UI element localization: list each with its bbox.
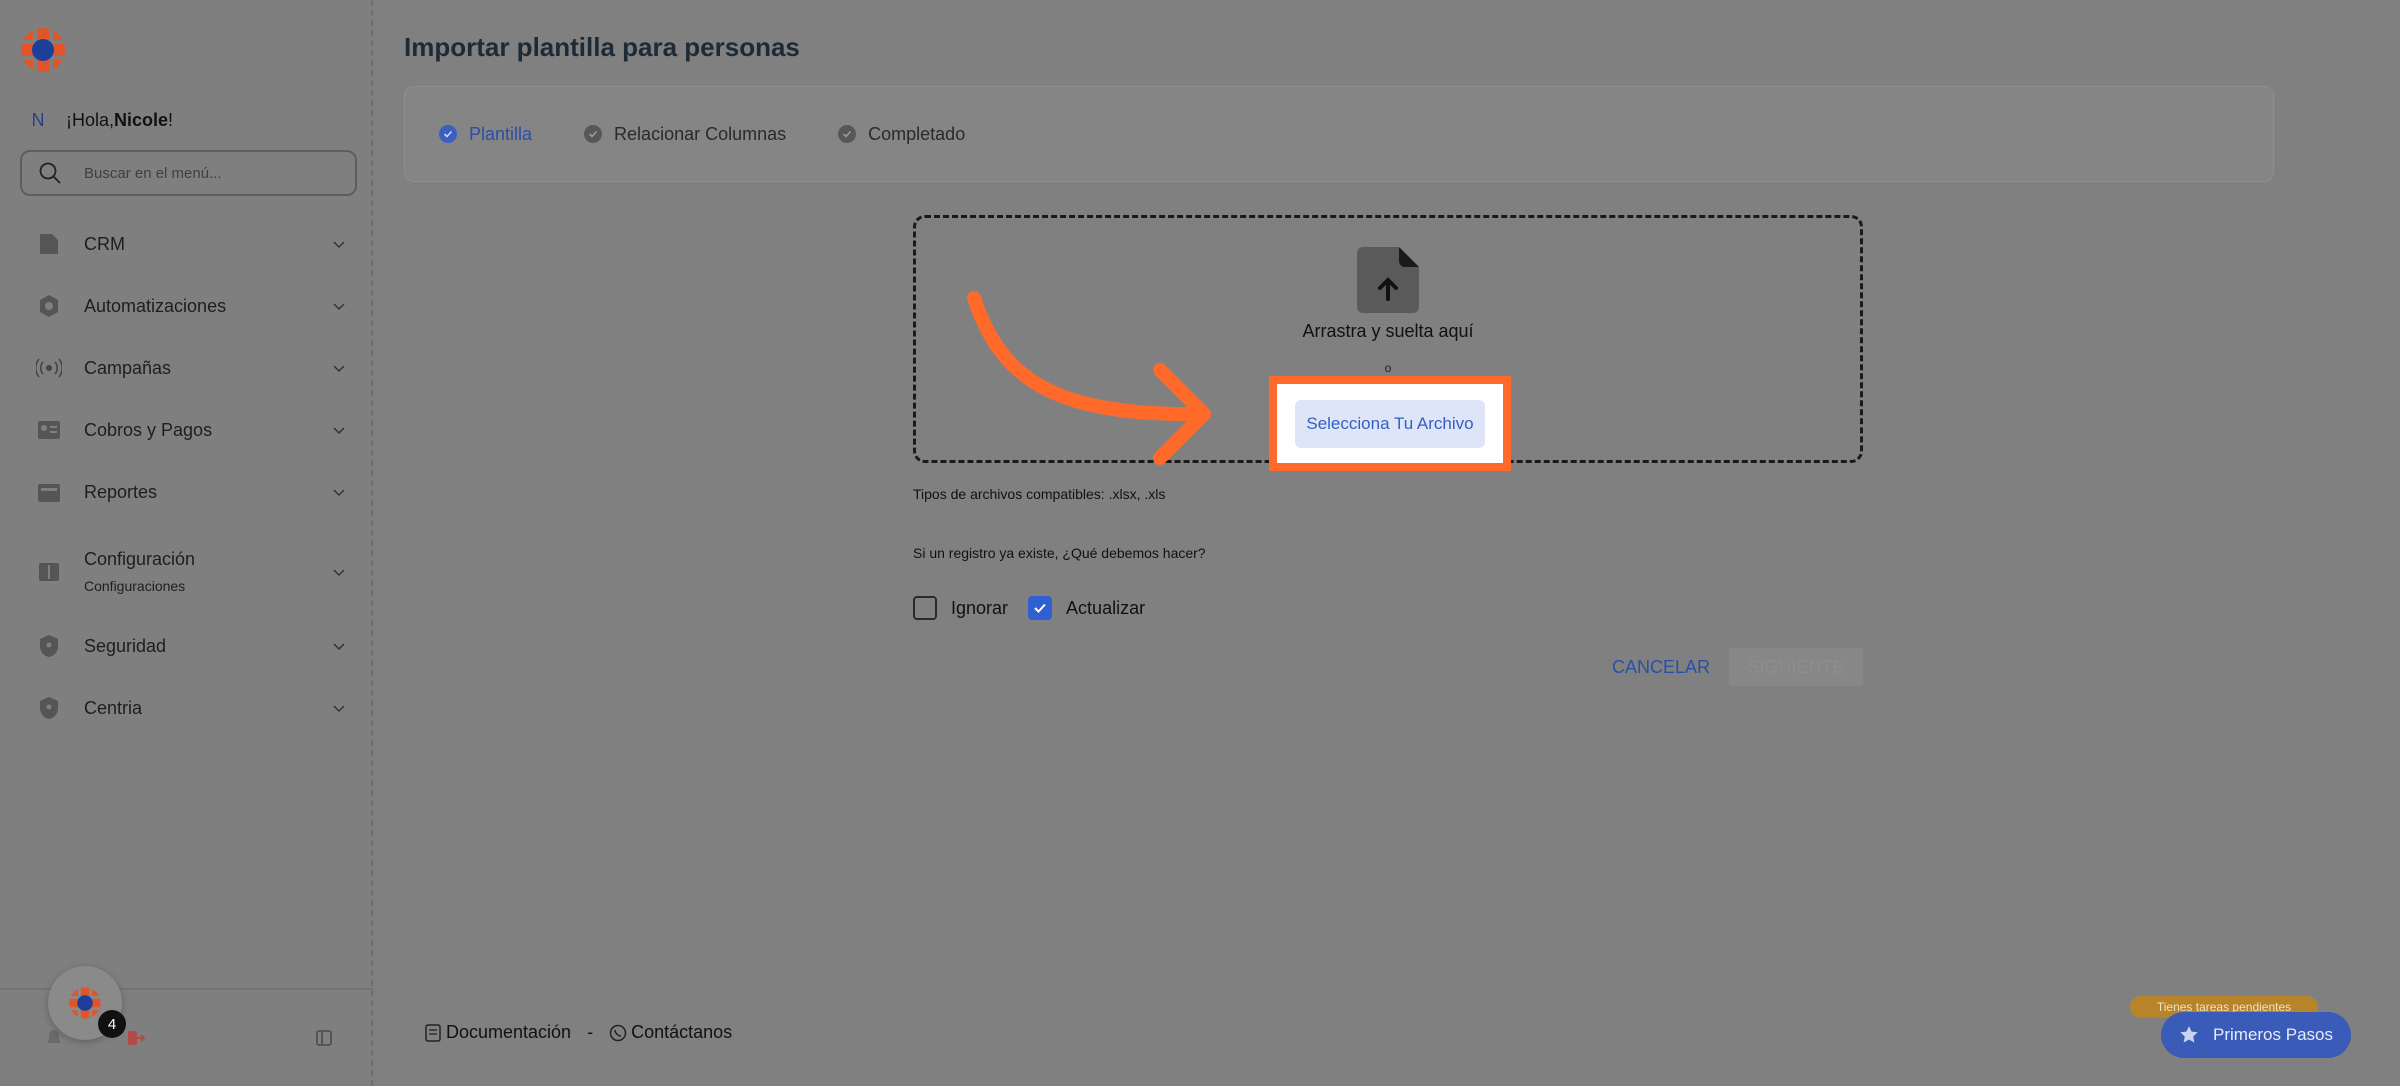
sidebar-item-label: CRM bbox=[84, 233, 125, 254]
chevron-down-icon bbox=[333, 643, 345, 651]
id-card-icon bbox=[36, 417, 62, 443]
select-file-highlight: Selecciona Tu Archivo bbox=[1269, 376, 1511, 471]
document-icon bbox=[425, 1023, 441, 1042]
logout-icon[interactable] bbox=[126, 1028, 146, 1048]
cancel-button[interactable]: CANCELAR bbox=[1612, 657, 1710, 678]
book-icon bbox=[36, 559, 62, 585]
sidebar-item-seguridad[interactable]: Seguridad bbox=[36, 633, 346, 659]
chevron-down-icon bbox=[333, 489, 345, 497]
chevron-down-icon bbox=[333, 365, 345, 373]
sidebar-item-label: Seguridad bbox=[84, 635, 167, 656]
step-label: Completado bbox=[868, 123, 966, 144]
greeting-prefix: ¡Hola, bbox=[66, 109, 115, 130]
ignorar-checkbox[interactable] bbox=[913, 596, 937, 620]
brand-logo-icon[interactable] bbox=[19, 26, 67, 74]
brand-logo-icon bbox=[68, 986, 102, 1020]
chevron-down-icon bbox=[333, 241, 345, 249]
search-icon bbox=[39, 162, 61, 184]
footer: Documentación - Contáctanos bbox=[424, 1022, 732, 1043]
menu-search bbox=[20, 150, 357, 196]
star-icon bbox=[2180, 1026, 2198, 1043]
check-circle-icon bbox=[439, 125, 457, 143]
option-label: Actualizar bbox=[1066, 597, 1146, 618]
sidebar-item-crm[interactable]: CRM bbox=[36, 231, 346, 257]
option-label: Ignorar bbox=[951, 597, 1009, 618]
existing-record-question: Si un registro ya existe, ¿Qué debemos h… bbox=[913, 545, 1206, 561]
check-circle-icon bbox=[838, 125, 857, 143]
step-label: Plantilla bbox=[469, 123, 533, 144]
sidebar-item-label: Configuración bbox=[84, 549, 196, 569]
step-plantilla[interactable]: Plantilla bbox=[439, 124, 532, 145]
documentation-link[interactable]: Documentación bbox=[446, 1022, 571, 1043]
chevron-down-icon bbox=[333, 303, 345, 311]
sidebar-item-sublabel: Configuraciones bbox=[84, 578, 186, 594]
stepper: Plantilla Relacionar Columnas Completado bbox=[404, 86, 2274, 182]
existing-record-options: Ignorar Actualizar bbox=[913, 596, 1165, 620]
broadcast-icon bbox=[36, 355, 62, 381]
user-name: Nicole bbox=[114, 109, 169, 130]
compatible-types-text: Tipos de archivos compatibles: .xlsx, .x… bbox=[913, 486, 1166, 502]
contact-link[interactable]: Contáctanos bbox=[631, 1022, 732, 1043]
sidebar-item-configuracion[interactable]: Configuración Configuraciones bbox=[36, 549, 346, 594]
step-relacionar-columnas[interactable]: Relacionar Columnas bbox=[584, 124, 786, 145]
actualizar-checkbox[interactable] bbox=[1028, 596, 1053, 620]
report-icon bbox=[36, 479, 62, 505]
greeting-suffix: ! bbox=[168, 109, 174, 130]
next-button[interactable]: SIGUIENTE bbox=[1729, 648, 1863, 686]
check-circle-icon bbox=[584, 125, 603, 143]
chevron-down-icon bbox=[333, 705, 345, 713]
primeros-pasos-label: Primeros Pasos bbox=[2213, 1025, 2333, 1044]
option-ignorar[interactable]: Ignorar bbox=[913, 596, 1008, 620]
check-icon bbox=[1034, 603, 1046, 613]
sidebar: N ¡Hola, Nicole ! CRM Automatizaciones C… bbox=[0, 0, 373, 1086]
chevron-down-icon bbox=[333, 568, 345, 576]
shield-icon bbox=[36, 695, 62, 721]
sidebar-item-reportes[interactable]: Reportes bbox=[36, 479, 346, 505]
sidebar-item-label: Automatizaciones bbox=[84, 295, 227, 316]
option-actualizar[interactable]: Actualizar bbox=[1028, 596, 1145, 620]
upload-file-icon bbox=[1357, 247, 1419, 313]
select-file-button[interactable]: Selecciona Tu Archivo bbox=[1295, 399, 1485, 448]
sidebar-item-centria[interactable]: Centria bbox=[36, 695, 346, 721]
collapse-sidebar-icon[interactable] bbox=[314, 1028, 334, 1048]
primeros-pasos-button[interactable]: Primeros Pasos bbox=[2161, 1012, 2351, 1058]
file-icon bbox=[36, 231, 62, 257]
sidebar-item-label: Cobros y Pagos bbox=[84, 419, 213, 440]
sidebar-item-campanas[interactable]: Campañas bbox=[36, 355, 346, 381]
sidebar-item-label: Reportes bbox=[84, 481, 158, 502]
avatar[interactable]: N bbox=[20, 102, 56, 138]
sidebar-item-label: Campañas bbox=[84, 357, 172, 378]
whatsapp-icon bbox=[609, 1024, 627, 1041]
shield-icon bbox=[36, 633, 62, 659]
search-input[interactable] bbox=[84, 164, 324, 182]
sidebar-item-automatizaciones[interactable]: Automatizaciones bbox=[36, 293, 346, 319]
gear-icon bbox=[36, 293, 62, 319]
greeting: N ¡Hola, Nicole ! bbox=[20, 102, 174, 138]
footer-separator: - bbox=[587, 1022, 594, 1042]
step-label: Relacionar Columnas bbox=[614, 123, 787, 144]
notification-badge: 4 bbox=[98, 1010, 126, 1038]
sidebar-item-cobros[interactable]: Cobros y Pagos bbox=[36, 417, 346, 443]
chevron-down-icon bbox=[333, 427, 345, 435]
page-title: Importar plantilla para personas bbox=[404, 32, 800, 62]
step-completado[interactable]: Completado bbox=[838, 124, 965, 145]
annotation-arrow-icon bbox=[967, 291, 1211, 465]
sidebar-item-label: Centria bbox=[84, 697, 143, 718]
